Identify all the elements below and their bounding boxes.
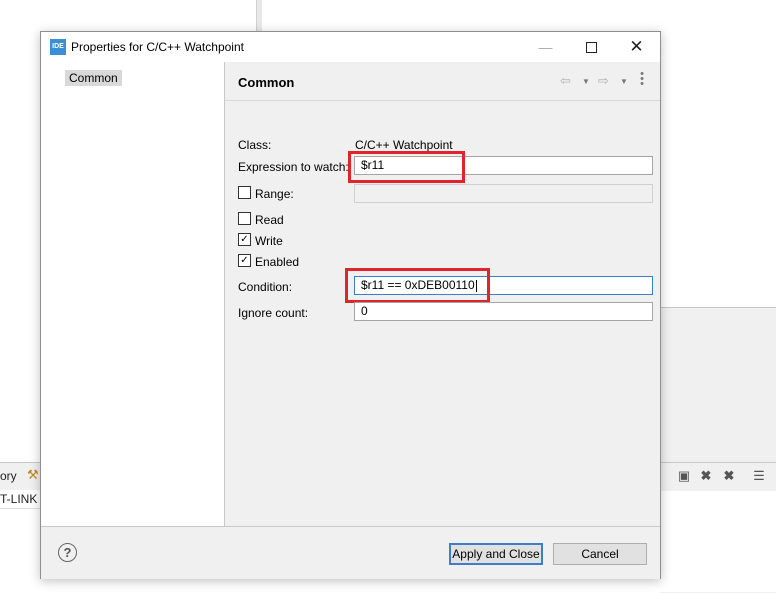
maximize-button[interactable] xyxy=(569,32,614,62)
class-value: C/C++ Watchpoint xyxy=(355,138,453,152)
remove-all-icon[interactable]: ✖ xyxy=(722,469,736,483)
properties-content: Common ⇦ ▼ ⇨ ▼ • • • Class: C/C++ Watchpoi… xyxy=(225,62,660,526)
apply-and-close-button[interactable]: Apply and Close xyxy=(449,543,543,565)
back-arrow-icon[interactable]: ⇦ xyxy=(560,73,571,89)
help-icon[interactable]: ? xyxy=(58,543,77,562)
ignore-count-input[interactable]: 0 xyxy=(354,302,653,321)
write-checkbox[interactable]: ✓ xyxy=(238,233,251,247)
background-view-divider xyxy=(256,0,262,32)
dialog-titlebar[interactable]: IDE Properties for C/C++ Watchpoint — ✕ xyxy=(41,32,660,62)
wrench-icon: ⚒ xyxy=(27,467,39,482)
remove-icon[interactable]: ✖ xyxy=(699,469,713,483)
sidebar-item-common[interactable]: Common xyxy=(65,70,122,86)
cancel-button[interactable]: Cancel xyxy=(553,543,647,565)
range-label: Range: xyxy=(255,186,294,201)
back-dropdown-icon[interactable]: ▼ xyxy=(582,77,590,86)
write-label: Write xyxy=(255,233,283,248)
close-button[interactable]: ✕ xyxy=(614,32,659,62)
enabled-label: Enabled xyxy=(255,254,300,269)
expression-label: Expression to watch: xyxy=(238,160,349,174)
forward-dropdown-icon[interactable]: ▼ xyxy=(620,77,628,86)
header-separator xyxy=(225,100,660,101)
enabled-checkbox-row[interactable]: ✓ Enabled xyxy=(238,254,299,270)
view-menu-icon[interactable]: ☰ xyxy=(752,469,766,483)
content-header: Common ⇦ ▼ ⇨ ▼ • • • xyxy=(225,62,660,100)
view-menu-icon[interactable]: • • • xyxy=(639,69,645,90)
expression-highlight-box xyxy=(348,151,465,183)
dialog-title: Properties for C/C++ Watchpoint xyxy=(71,40,244,54)
background-right-list xyxy=(660,491,776,592)
read-label: Read xyxy=(255,212,284,227)
terminate-icon[interactable]: ▣ xyxy=(677,469,691,483)
range-checkbox-row[interactable]: Range: xyxy=(238,186,294,202)
page-title: Common xyxy=(238,75,295,90)
ignore-count-label: Ignore count: xyxy=(238,306,309,320)
write-checkbox-row[interactable]: ✓ Write xyxy=(238,233,283,249)
read-checkbox-row[interactable]: Read xyxy=(238,212,284,228)
forward-arrow-icon[interactable]: ⇨ xyxy=(598,73,609,89)
range-checkbox[interactable] xyxy=(238,186,251,200)
minimize-button[interactable]: — xyxy=(523,32,568,62)
enabled-checkbox[interactable]: ✓ xyxy=(238,254,251,268)
properties-sidebar: Common xyxy=(41,62,225,526)
properties-dialog: IDE Properties for C/C++ Watchpoint — ✕ … xyxy=(40,31,661,579)
dialog-footer: ? Apply and Close Cancel xyxy=(41,526,660,579)
condition-highlight-box xyxy=(345,268,490,303)
ide-app-icon: IDE xyxy=(50,39,66,55)
maximize-icon xyxy=(586,42,597,54)
range-input xyxy=(354,184,653,203)
class-label: Class: xyxy=(238,138,272,152)
condition-label: Condition: xyxy=(238,280,293,294)
background-tab-label[interactable]: ory xyxy=(0,469,17,483)
read-checkbox[interactable] xyxy=(238,212,251,226)
